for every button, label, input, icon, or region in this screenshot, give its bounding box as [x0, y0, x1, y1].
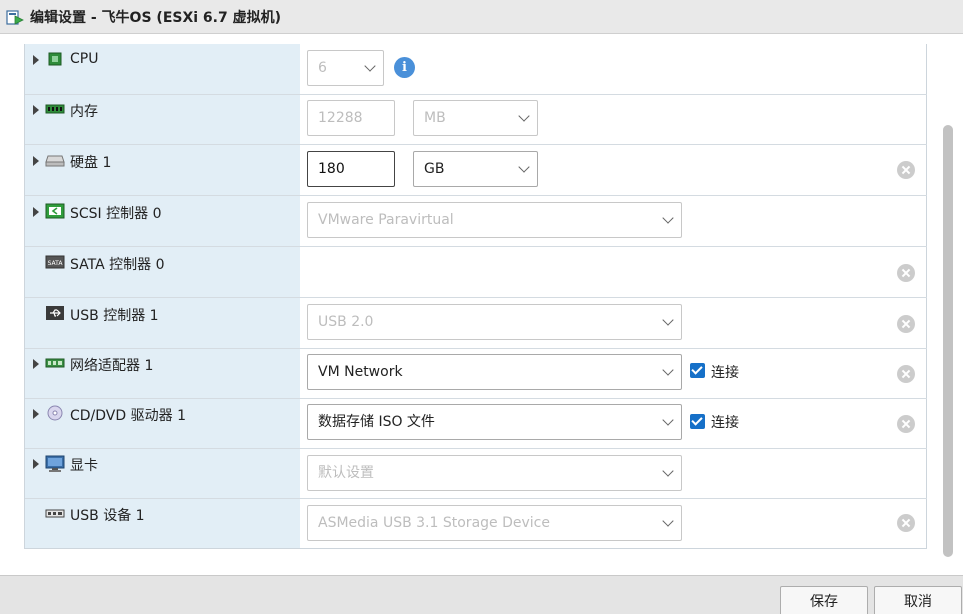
row-sata-controller: SATA SATA 控制器 0 [25, 247, 927, 298]
row-hard-disk: 硬盘 1 180 GB [25, 145, 927, 196]
cd-dvd-media-value: 数据存储 ISO 文件 [318, 414, 435, 430]
expand-caret-icon[interactable] [33, 207, 39, 217]
row-memory: 内存 12288 MB [25, 94, 927, 145]
usb-controller-icon [45, 305, 65, 321]
usb-device-icon [45, 505, 65, 521]
expand-caret-icon[interactable] [33, 359, 39, 369]
chevron-down-icon [662, 314, 674, 326]
dialog-footer: 保存 取消 [0, 575, 963, 614]
memory-unit-value: MB [424, 110, 446, 126]
network-connect-checkbox[interactable] [690, 363, 705, 378]
row-cpu: CPU 6 i [25, 44, 927, 95]
scsi-controller-icon [45, 203, 65, 219]
cpu-icon [45, 51, 65, 67]
row-label[interactable]: CPU [25, 44, 300, 94]
memory-size-input[interactable]: 12288 [307, 100, 395, 136]
row-label-text: USB 设备 1 [70, 508, 145, 524]
expand-caret-icon[interactable] [33, 105, 39, 115]
row-network-adapter: 网络适配器 1 VM Network 连接 [25, 348, 927, 399]
disk-unit-value: GB [424, 161, 445, 177]
row-label-text: 内存 [70, 104, 98, 120]
cd-dvd-media-select[interactable]: 数据存储 ISO 文件 [307, 404, 682, 440]
remove-device-icon[interactable] [897, 415, 915, 433]
chevron-down-icon [662, 364, 674, 376]
row-usb-controller: USB 控制器 1 USB 2.0 [25, 298, 927, 349]
chevron-down-icon [662, 465, 674, 477]
disk-unit-select[interactable]: GB [413, 151, 538, 187]
chevron-down-icon [364, 60, 376, 72]
network-connect-label[interactable]: 连接 [711, 362, 739, 382]
expand-caret-icon[interactable] [33, 409, 39, 419]
hard-disk-icon [45, 152, 65, 168]
cd-dvd-icon [45, 405, 65, 421]
row-label[interactable]: 内存 [25, 94, 300, 144]
chevron-down-icon [518, 110, 530, 122]
title-bar: 编辑设置 - 飞牛OS (ESXi 6.7 虚拟机) [0, 0, 963, 34]
scsi-type-select[interactable]: VMware Paravirtual [307, 202, 682, 238]
memory-icon [45, 101, 65, 117]
row-label-text: 硬盘 1 [70, 155, 112, 171]
row-label[interactable]: CD/DVD 驱动器 1 [25, 398, 300, 448]
row-scsi-controller: SCSI 控制器 0 VMware Paravirtual [25, 196, 927, 247]
usb-device-select[interactable]: ASMedia USB 3.1 Storage Device [307, 505, 682, 541]
info-icon[interactable]: i [394, 57, 415, 78]
network-select[interactable]: VM Network [307, 354, 682, 390]
vertical-scrollbar[interactable] [943, 125, 953, 557]
row-label-text: USB 控制器 1 [70, 308, 159, 324]
row-label: SATA SATA 控制器 0 [25, 247, 300, 297]
remove-device-icon[interactable] [897, 161, 915, 179]
cpu-count-select[interactable]: 6 [307, 50, 384, 86]
chevron-down-icon [518, 161, 530, 173]
video-card-icon [45, 455, 65, 472]
row-label: USB 控制器 1 [25, 298, 300, 348]
usb-version-value: USB 2.0 [318, 314, 374, 330]
network-value: VM Network [318, 364, 403, 380]
row-label-text: CD/DVD 驱动器 1 [70, 408, 186, 424]
video-settings-select[interactable]: 默认设置 [307, 455, 682, 491]
row-label[interactable]: 网络适配器 1 [25, 348, 300, 398]
expand-caret-icon[interactable] [33, 459, 39, 469]
row-video-card: 显卡 默认设置 [25, 448, 927, 499]
row-label: USB 设备 1 [25, 498, 300, 548]
row-label-text: SATA 控制器 0 [70, 257, 165, 273]
row-label-text: SCSI 控制器 0 [70, 206, 162, 222]
expand-caret-icon[interactable] [33, 156, 39, 166]
row-label-text: 网络适配器 1 [70, 358, 154, 374]
save-button[interactable]: 保存 [780, 586, 868, 614]
disk-size-input[interactable]: 180 [307, 151, 395, 187]
chevron-down-icon [662, 414, 674, 426]
row-label[interactable]: SCSI 控制器 0 [25, 196, 300, 246]
row-label-text: CPU [70, 51, 99, 67]
cancel-button[interactable]: 取消 [874, 586, 962, 614]
hardware-settings-panel: CPU 6 i 内存 12288 MB 硬盘 1 180 GB SCSI 控制器… [24, 44, 927, 549]
scsi-type-value: VMware Paravirtual [318, 212, 454, 228]
remove-device-icon[interactable] [897, 514, 915, 532]
remove-device-icon[interactable] [897, 264, 915, 282]
row-label[interactable]: 硬盘 1 [25, 145, 300, 195]
expand-caret-icon[interactable] [33, 55, 39, 65]
remove-device-icon[interactable] [897, 365, 915, 383]
row-cd-dvd-drive: CD/DVD 驱动器 1 数据存储 ISO 文件 连接 [25, 398, 927, 449]
usb-version-select[interactable]: USB 2.0 [307, 304, 682, 340]
row-label-text: 显卡 [70, 458, 98, 474]
network-adapter-icon [45, 355, 65, 371]
sata-icon-text: SATA [48, 260, 64, 267]
remove-device-icon[interactable] [897, 315, 915, 333]
cpu-count-value: 6 [318, 60, 327, 76]
usb-device-value: ASMedia USB 3.1 Storage Device [318, 515, 550, 531]
row-usb-device: USB 设备 1 ASMedia USB 3.1 Storage Device [25, 498, 927, 549]
cd-dvd-connect-checkbox[interactable] [690, 414, 705, 429]
window-title: 编辑设置 - 飞牛OS (ESXi 6.7 虚拟机) [30, 9, 282, 26]
memory-unit-select[interactable]: MB [413, 100, 538, 136]
cd-dvd-connect-label[interactable]: 连接 [711, 412, 739, 432]
chevron-down-icon [662, 515, 674, 527]
chevron-down-icon [662, 212, 674, 224]
row-label[interactable]: 显卡 [25, 448, 300, 498]
vm-edit-icon [6, 8, 24, 26]
video-settings-value: 默认设置 [318, 465, 374, 481]
sata-controller-icon: SATA [45, 254, 65, 270]
